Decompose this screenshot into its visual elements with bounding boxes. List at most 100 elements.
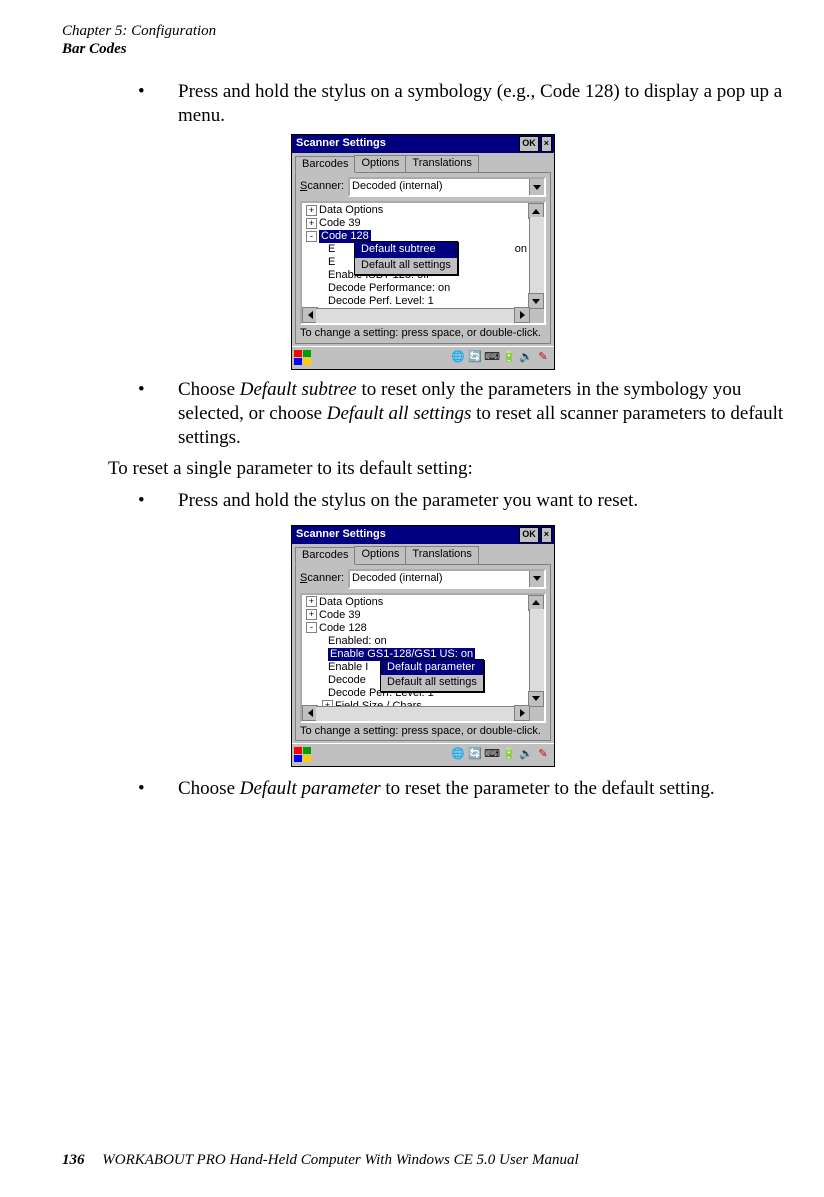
tree-node: +Data Options [304, 204, 529, 217]
taskbar: 🌐 🔄 ⌨ 🔋 🔊 ✎ [292, 346, 554, 369]
title-bar: Scanner Settings OK × [292, 526, 554, 544]
horizontal-scrollbar[interactable] [316, 308, 516, 323]
header-section: Bar Codes [62, 40, 216, 58]
collapse-icon[interactable]: - [306, 231, 317, 242]
scanner-value: Decoded (internal) [350, 571, 529, 587]
scanner-label: Scanner: [300, 572, 344, 586]
vertical-scrollbar[interactable] [529, 609, 544, 693]
battery-icon[interactable]: 🔋 [502, 748, 516, 762]
dialog-panel: Scanner: Decoded (internal) +Data Option… [295, 564, 551, 742]
bullet-text: Choose Default parameter to reset the pa… [178, 777, 788, 801]
sync-icon[interactable]: 🔄 [468, 351, 482, 365]
scroll-corner [530, 309, 544, 323]
taskbar: 🌐 🔄 ⌨ 🔋 🔊 ✎ [292, 743, 554, 766]
bullet-item: • Press and hold the stylus on the param… [108, 489, 788, 513]
scanner-combo[interactable]: Decoded (internal) [348, 177, 546, 197]
tree-view[interactable]: +Data Options +Code 39 -Code 128 E on E … [300, 201, 546, 325]
window-title: Scanner Settings [294, 528, 517, 542]
volume-icon[interactable]: 🔊 [519, 748, 533, 762]
menu-default-parameter[interactable]: Default parameter [381, 660, 483, 676]
expand-icon[interactable]: + [306, 596, 317, 607]
close-button[interactable]: × [541, 527, 552, 543]
close-button[interactable]: × [541, 136, 552, 152]
bullet-marker: • [108, 489, 178, 513]
screenshot-1: Scanner Settings OK × Barcodes Options T… [58, 134, 788, 371]
keyboard-icon[interactable]: ⌨ [485, 748, 499, 762]
ok-button[interactable]: OK [519, 136, 539, 152]
system-tray: 🌐 🔄 ⌨ 🔋 🔊 ✎ [451, 748, 550, 762]
keyboard-icon[interactable]: ⌨ [485, 351, 499, 365]
start-icon[interactable] [294, 747, 312, 763]
context-menu: Default parameter Default all settings [380, 659, 484, 693]
expand-icon[interactable]: + [306, 218, 317, 229]
ok-button[interactable]: OK [519, 527, 539, 543]
scanner-settings-dialog: Scanner Settings OK × Barcodes Options T… [291, 134, 555, 371]
page-number: 136 [62, 1152, 85, 1168]
tab-strip: Barcodes Options Translations [295, 155, 551, 173]
expand-icon[interactable]: + [306, 205, 317, 216]
combo-arrow-icon[interactable] [529, 571, 544, 587]
scanner-row: Scanner: Decoded (internal) [300, 177, 546, 197]
scanner-row: Scanner: Decoded (internal) [300, 569, 546, 589]
expand-icon[interactable]: + [306, 609, 317, 620]
window-title: Scanner Settings [294, 137, 517, 151]
scanner-label: Scanner: [300, 180, 344, 194]
tree-node: +Code 39 [304, 217, 529, 230]
network-icon[interactable]: 🌐 [451, 748, 465, 762]
scroll-right-icon[interactable] [514, 307, 530, 323]
menu-default-subtree[interactable]: Default subtree [355, 242, 457, 258]
pen-icon[interactable]: ✎ [536, 748, 550, 762]
context-menu: Default subtree Default all settings [354, 241, 458, 275]
scanner-value: Decoded (internal) [350, 179, 529, 195]
dialog-panel: Scanner: Decoded (internal) +Data Option… [295, 172, 551, 344]
collapse-icon[interactable]: - [306, 622, 317, 633]
title-bar: Scanner Settings OK × [292, 135, 554, 153]
hint-text: To change a setting: press space, or dou… [300, 325, 546, 341]
tab-translations[interactable]: Translations [405, 155, 479, 173]
header-chapter: Chapter 5: Configuration [62, 22, 216, 40]
bullet-marker: • [108, 80, 178, 128]
bullet-item: • Choose Default subtree to reset only t… [108, 378, 788, 449]
vertical-scrollbar[interactable] [529, 217, 544, 295]
tab-strip: Barcodes Options Translations [295, 546, 551, 564]
menu-default-all[interactable]: Default all settings [355, 258, 457, 274]
tab-barcodes[interactable]: Barcodes [295, 547, 355, 565]
bullet-marker: • [108, 378, 178, 449]
tree-node: +Data Options [304, 596, 529, 609]
page-header: Chapter 5: Configuration Bar Codes [62, 22, 216, 58]
sync-icon[interactable]: 🔄 [468, 748, 482, 762]
tab-translations[interactable]: Translations [405, 546, 479, 564]
scroll-corner [530, 707, 544, 721]
pen-icon[interactable]: ✎ [536, 351, 550, 365]
tab-barcodes[interactable]: Barcodes [295, 156, 355, 174]
tree-leaf[interactable]: Enabled: on [304, 635, 529, 648]
tree-view[interactable]: +Data Options +Code 39 -Code 128 Enabled… [300, 593, 546, 723]
screenshot-2: Scanner Settings OK × Barcodes Options T… [58, 525, 788, 768]
scroll-right-icon[interactable] [514, 705, 530, 721]
scroll-down-icon[interactable] [528, 293, 544, 309]
tab-options[interactable]: Options [354, 155, 406, 173]
scanner-settings-dialog: Scanner Settings OK × Barcodes Options T… [291, 525, 555, 768]
bullet-text: Press and hold the stylus on a symbology… [178, 80, 788, 128]
scroll-down-icon[interactable] [528, 691, 544, 707]
tree-node: -Code 128 [304, 622, 529, 635]
horizontal-scrollbar[interactable] [316, 706, 516, 721]
bullet-text: Press and hold the stylus on the paramet… [178, 489, 788, 513]
system-tray: 🌐 🔄 ⌨ 🔋 🔊 ✎ [451, 351, 550, 365]
page-content: • Press and hold the stylus on a symbolo… [108, 72, 788, 801]
combo-arrow-icon[interactable] [529, 179, 544, 195]
bullet-text: Choose Default subtree to reset only the… [178, 378, 788, 449]
tree-node: +Code 39 [304, 609, 529, 622]
menu-default-all[interactable]: Default all settings [381, 675, 483, 691]
paragraph: To reset a single parameter to its defau… [108, 457, 788, 481]
page-footer: 136 WORKABOUT PRO Hand-Held Computer Wit… [62, 1152, 579, 1169]
volume-icon[interactable]: 🔊 [519, 351, 533, 365]
network-icon[interactable]: 🌐 [451, 351, 465, 365]
tree-leaf[interactable]: Decode Perf. Level: 1 [304, 295, 529, 308]
start-icon[interactable] [294, 350, 312, 366]
tab-options[interactable]: Options [354, 546, 406, 564]
tree-leaf[interactable]: Decode Performance: on [304, 282, 529, 295]
scanner-combo[interactable]: Decoded (internal) [348, 569, 546, 589]
battery-icon[interactable]: 🔋 [502, 351, 516, 365]
bullet-marker: • [108, 777, 178, 801]
